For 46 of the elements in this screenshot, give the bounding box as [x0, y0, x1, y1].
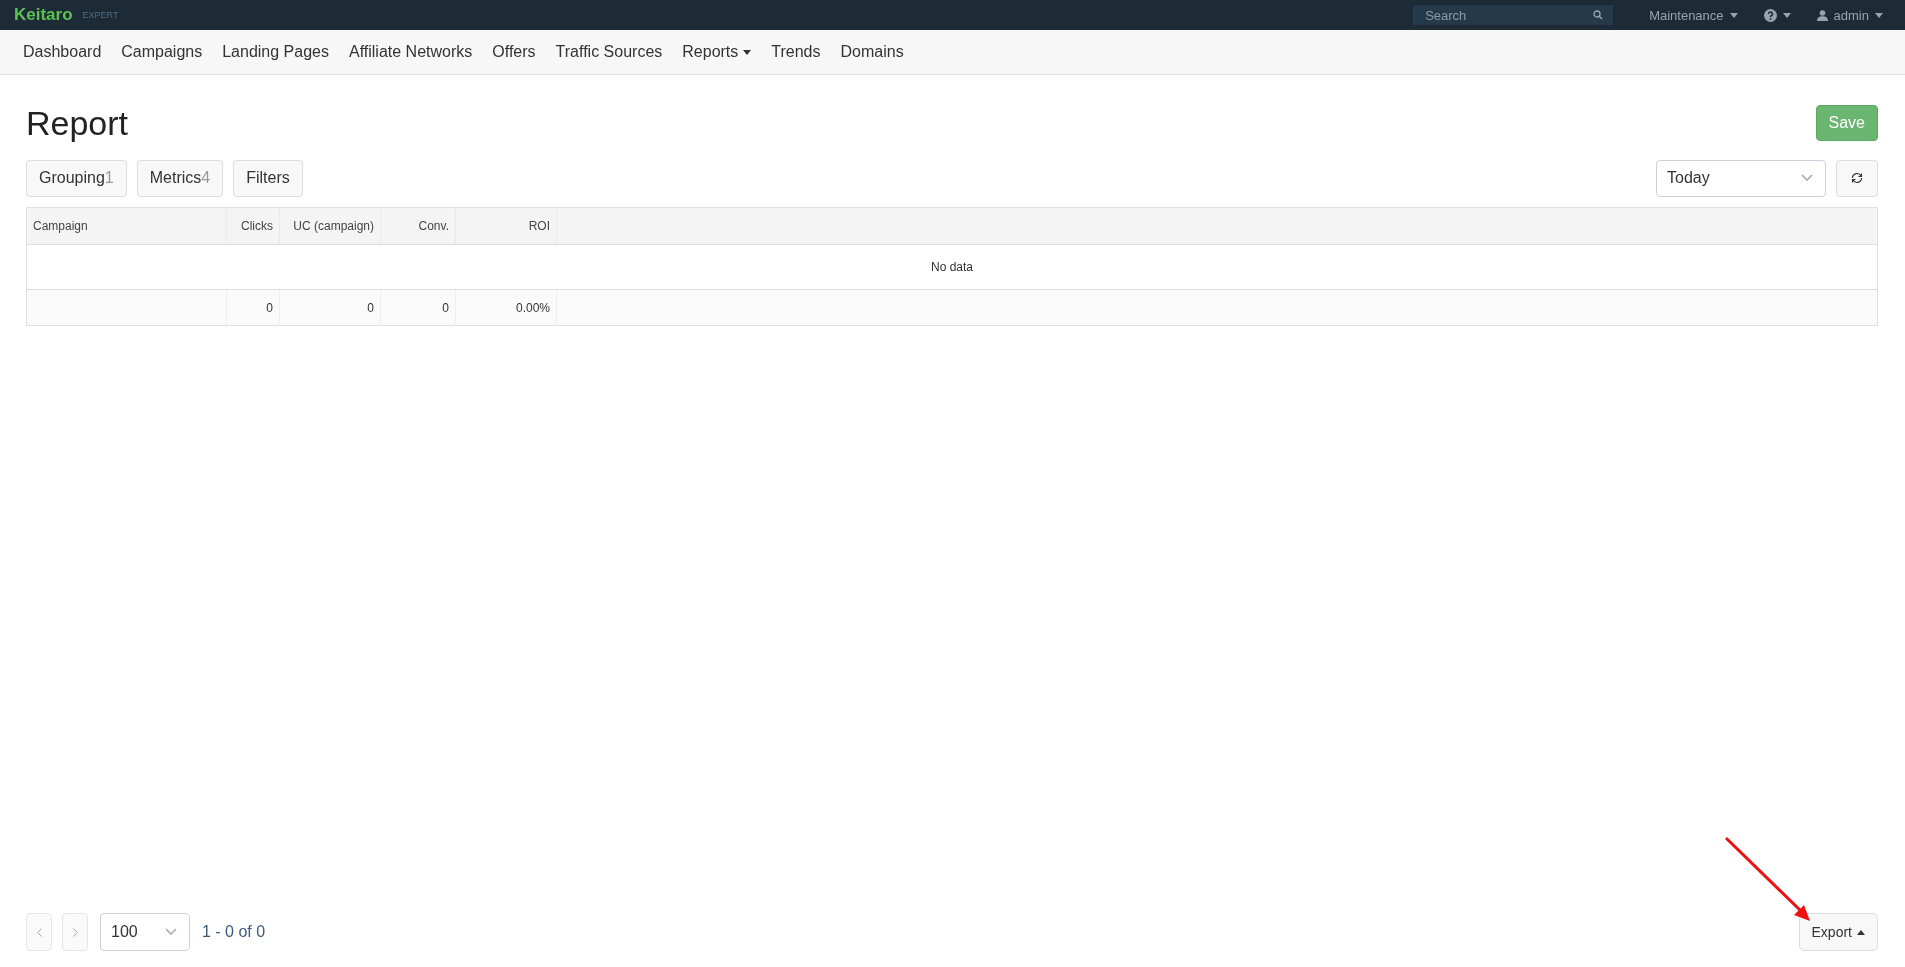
export-button[interactable]: Export: [1798, 913, 1878, 951]
edition-label: EXPERT: [82, 10, 119, 20]
page-title: Report: [26, 103, 129, 143]
chevron-right-icon: [72, 927, 78, 937]
caret-icon: [743, 49, 752, 55]
caret-icon: [1782, 12, 1791, 18]
nav-link[interactable]: Traffic Sources: [545, 43, 673, 61]
logo[interactable]: Keitaro: [14, 5, 73, 25]
page-range: 1 - 0 of 0: [202, 923, 266, 941]
nav-link[interactable]: Campaigns: [111, 43, 213, 61]
refresh-button[interactable]: [1836, 159, 1878, 197]
total-cell: 0.00%: [455, 289, 557, 326]
column-header[interactable]: Conv.: [380, 207, 456, 245]
search-icon: [1593, 10, 1604, 20]
user-menu[interactable]: admin: [1808, 7, 1891, 23]
column-header[interactable]: Campaign: [26, 207, 227, 245]
column-header[interactable]: Clicks: [226, 207, 280, 245]
maintenance-menu[interactable]: Maintenance: [1641, 7, 1746, 23]
per-page-select[interactable]: 100: [100, 913, 190, 951]
nav-link[interactable]: Dashboard: [13, 43, 112, 61]
nav-link[interactable]: Affiliate Networks: [339, 43, 483, 61]
total-cell: 0: [380, 289, 456, 326]
total-cell: 0: [226, 289, 280, 326]
total-cell: 0: [279, 289, 381, 326]
caret-icon: [1857, 929, 1865, 935]
user-icon: [1816, 9, 1828, 21]
chevron-left-icon: [36, 927, 42, 937]
column-header[interactable]: UC (campaign): [279, 207, 381, 245]
nav-link[interactable]: Offers: [482, 43, 546, 61]
toolbar-button[interactable]: Metrics4: [136, 159, 224, 197]
caret-icon: [1729, 12, 1738, 18]
nav-dropdown[interactable]: Reports: [672, 43, 762, 61]
chevron-down-icon: [1801, 174, 1813, 182]
nav-link[interactable]: Domains: [830, 43, 914, 61]
chevron-down-icon: [165, 928, 177, 936]
caret-icon: [1875, 12, 1883, 18]
period-select[interactable]: Today: [1656, 159, 1826, 197]
column-header[interactable]: ROI: [455, 207, 557, 245]
search-field[interactable]: Search: [1413, 5, 1614, 25]
filters-button[interactable]: Filters: [233, 159, 303, 197]
refresh-icon: [1851, 172, 1863, 184]
toolbar-button[interactable]: Grouping1: [26, 159, 127, 197]
help-icon: [1763, 8, 1777, 22]
nav-link[interactable]: Landing Pages: [212, 43, 339, 61]
nav-link[interactable]: Trends: [761, 43, 831, 61]
empty-message: No data: [26, 244, 1878, 290]
